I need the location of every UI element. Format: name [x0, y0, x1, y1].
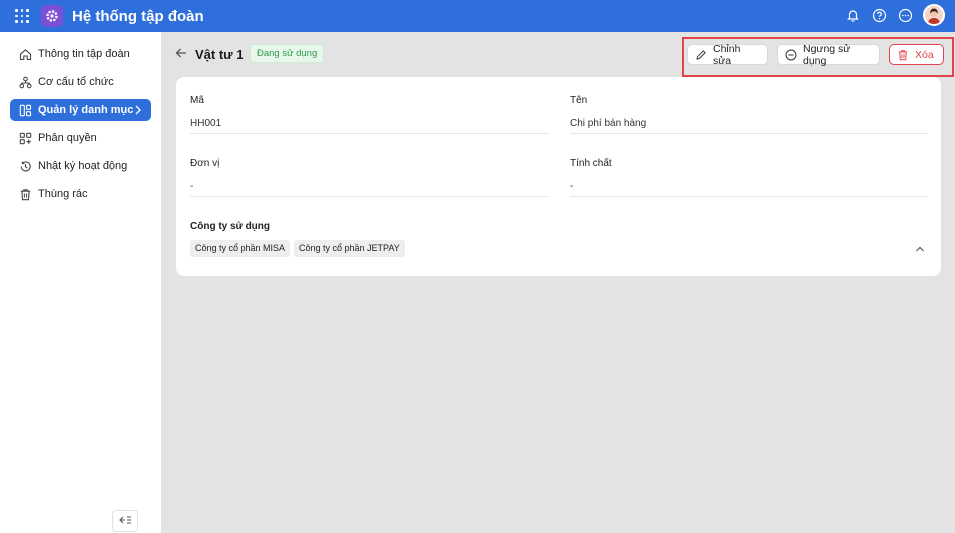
app-title: Hệ thống tập đoàn	[72, 7, 204, 25]
name-label: Tên	[570, 95, 588, 106]
stop-using-button-label: Ngưng sử dụng	[803, 42, 851, 67]
app-logo	[41, 5, 63, 27]
sidebar-item-trash[interactable]: Thùng rác	[10, 183, 151, 205]
sidebar: Thông tin tập đoàn Cơ cấu tổ chức Quản l…	[0, 32, 161, 533]
sidebar-item-org-structure[interactable]: Cơ cấu tổ chức	[10, 71, 151, 93]
collapse-sidebar-button[interactable]	[112, 510, 138, 532]
sidebar-item-label: Phân quyền	[38, 132, 97, 144]
sidebar-item-label: Thùng rác	[38, 188, 88, 200]
home-icon	[18, 47, 32, 61]
collapse-sidebar-icon	[118, 514, 132, 529]
sidebar-item-catalog[interactable]: Quản lý danh mục	[10, 99, 151, 121]
back-arrow-icon[interactable]	[174, 46, 188, 60]
sidebar-item-label: Quản lý danh mục	[38, 104, 134, 116]
name-value: Chi phí bán hàng	[570, 118, 647, 129]
edit-button[interactable]: Chỉnh sửa	[687, 42, 768, 67]
nature-divider	[570, 196, 928, 197]
bell-icon[interactable]	[845, 7, 861, 23]
code-divider	[190, 133, 549, 134]
detail-card: Mã HH001 Tên Chi phí bán hàng Đơn vị - T…	[176, 77, 941, 276]
help-icon[interactable]	[871, 7, 887, 23]
avatar[interactable]	[923, 4, 945, 26]
edit-button-label: Chỉnh sửa	[713, 42, 741, 67]
history-icon	[18, 159, 32, 173]
more-icon[interactable]	[897, 7, 913, 23]
unit-divider	[190, 196, 549, 197]
pencil-icon	[695, 49, 707, 61]
unit-value: -	[190, 181, 194, 192]
companies-label: Công ty sử dụng	[190, 221, 271, 232]
org-icon	[18, 75, 32, 89]
chevron-right-icon	[133, 103, 143, 120]
sidebar-item-label: Nhật ký hoạt động	[38, 160, 128, 172]
code-label: Mã	[190, 95, 204, 106]
delete-button[interactable]: Xóa	[889, 44, 944, 65]
nature-label: Tính chất	[570, 158, 612, 169]
unit-label: Đơn vị	[190, 158, 220, 169]
minus-circle-icon	[785, 49, 797, 61]
page-title: Vật tư 1	[195, 47, 244, 62]
status-badge: Đang sử dụng	[250, 44, 325, 63]
company-chip: Công ty cổ phần JETPAY	[294, 240, 405, 257]
sidebar-item-label: Cơ cấu tổ chức	[38, 76, 114, 88]
main-content: Vật tư 1 Đang sử dụng Chỉnh sửa Ngưng sử…	[161, 32, 955, 533]
sidebar-item-activity-log[interactable]: Nhật ký hoạt động	[10, 155, 151, 177]
chevron-up-icon[interactable]	[913, 242, 927, 256]
nature-value: -	[570, 181, 574, 192]
stop-using-button[interactable]: Ngưng sử dụng	[777, 42, 880, 67]
apps-grid-icon[interactable]	[15, 9, 29, 23]
name-divider	[570, 133, 928, 134]
catalog-icon	[18, 103, 32, 117]
trash-icon	[897, 49, 909, 61]
code-value: HH001	[190, 118, 222, 129]
sidebar-item-permissions[interactable]: Phân quyền	[10, 127, 151, 149]
company-chip: Công ty cổ phần MISA	[190, 240, 291, 257]
permission-icon	[18, 131, 32, 145]
delete-button-label: Xóa	[915, 48, 934, 61]
top-bar: Hệ thống tập đoàn	[0, 0, 955, 32]
sidebar-item-group-info[interactable]: Thông tin tập đoàn	[10, 43, 151, 65]
trash-icon	[18, 187, 32, 201]
sidebar-item-label: Thông tin tập đoàn	[38, 48, 130, 60]
